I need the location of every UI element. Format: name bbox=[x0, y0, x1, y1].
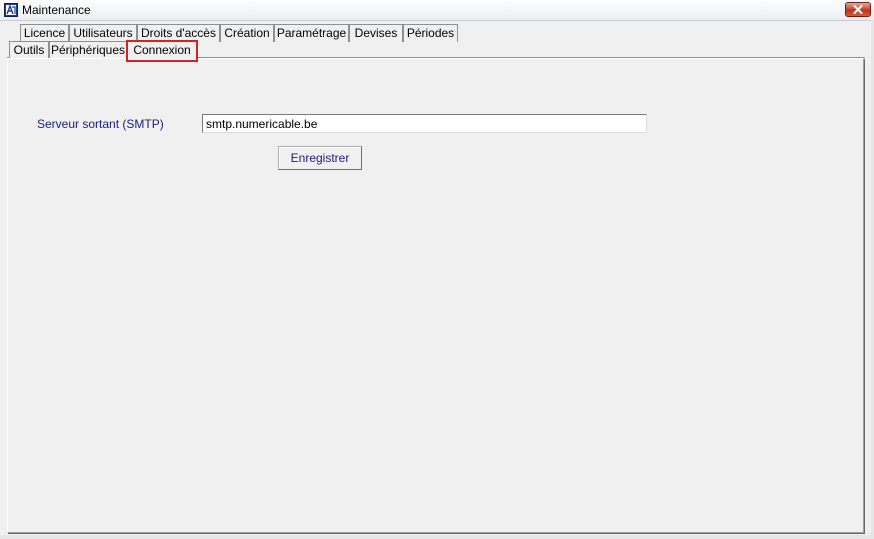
tab-label: Licence bbox=[23, 26, 66, 40]
tab-label: Paramétrage bbox=[276, 26, 347, 40]
tab-label: Outils bbox=[13, 43, 45, 57]
smtp-server-label: Serveur sortant (SMTP) bbox=[37, 117, 164, 131]
close-icon bbox=[853, 5, 863, 14]
tab-licence[interactable]: Licence bbox=[20, 24, 69, 42]
tab-utilisateurs[interactable]: Utilisateurs bbox=[69, 24, 137, 42]
tab-connexion[interactable]: Connexion bbox=[126, 40, 198, 62]
tab-label: Devises bbox=[354, 26, 398, 40]
tab-outils[interactable]: Outils bbox=[9, 41, 49, 59]
tab-parametrage[interactable]: Paramétrage bbox=[274, 24, 349, 42]
app-icon bbox=[4, 3, 18, 17]
tab-label: Connexion bbox=[133, 43, 191, 57]
tab-devises[interactable]: Devises bbox=[349, 24, 403, 42]
tab-label: Création bbox=[224, 26, 270, 40]
tab-label: Périodes bbox=[406, 26, 455, 40]
tab-creation[interactable]: Création bbox=[220, 24, 274, 42]
tab-peripheriques[interactable]: Périphériques bbox=[49, 41, 127, 59]
save-button[interactable]: Enregistrer bbox=[278, 146, 362, 170]
close-button[interactable] bbox=[845, 2, 871, 17]
tab-label: Droits d'accès bbox=[141, 26, 216, 40]
tab-label: Périphériques bbox=[50, 43, 126, 57]
window-title: Maintenance bbox=[22, 3, 91, 17]
tab-periodes[interactable]: Périodes bbox=[403, 24, 458, 42]
smtp-server-input[interactable] bbox=[202, 114, 647, 133]
window-bottom-edge bbox=[0, 535, 874, 539]
title-bar[interactable]: Maintenance bbox=[0, 0, 874, 21]
tab-label: Utilisateurs bbox=[73, 26, 133, 40]
tab-droits-acces[interactable]: Droits d'accès bbox=[137, 24, 220, 42]
